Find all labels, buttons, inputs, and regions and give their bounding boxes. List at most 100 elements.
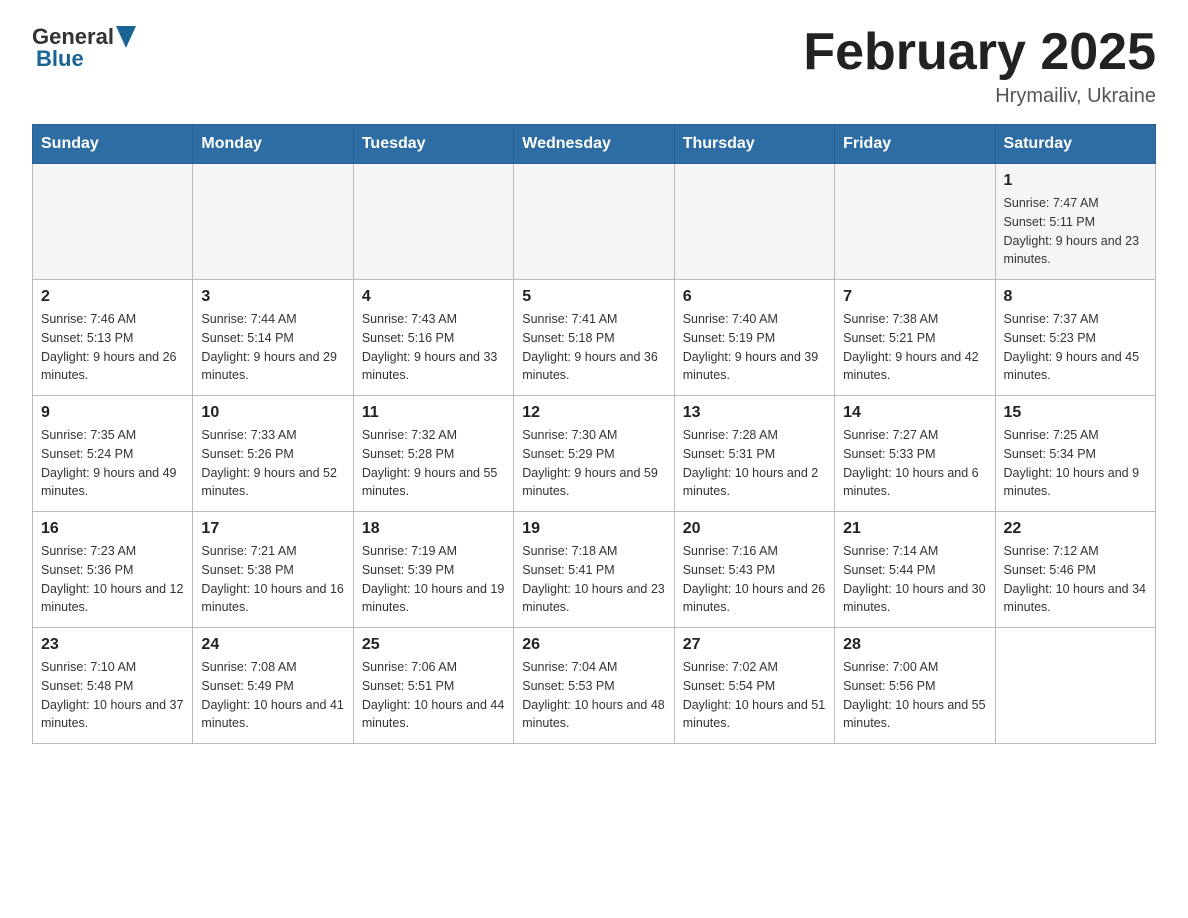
day-number: 2 xyxy=(41,288,184,306)
day-number: 15 xyxy=(1004,404,1147,422)
calendar-day: 7Sunrise: 7:38 AM Sunset: 5:21 PM Daylig… xyxy=(835,280,995,396)
day-info: Sunrise: 7:06 AM Sunset: 5:51 PM Dayligh… xyxy=(362,658,505,733)
calendar-day: 8 Sunrise: 7:37 AM Sunset: 5:23 PM Daylig… xyxy=(995,280,1155,396)
calendar-day: 19 Sunrise: 7:18 AM Sunset: 5:41 PM Dayli… xyxy=(514,512,674,628)
day-number: 6 xyxy=(683,288,826,306)
header-thursday: Thursday xyxy=(674,125,834,164)
header-sunday: Sunday xyxy=(33,125,193,164)
day-number: 9 xyxy=(41,404,184,422)
header-monday: Monday xyxy=(193,125,353,164)
calendar-day: 12 Sunrise: 7:30 AM Sunset: 5:29 PM Dayli… xyxy=(514,396,674,512)
calendar-day: 18 Sunrise: 7:19 AM Sunset: 5:39 PM Dayli… xyxy=(353,512,513,628)
calendar-day: 11 Sunrise: 7:32 AM Sunset: 5:28 PM Dayli… xyxy=(353,396,513,512)
calendar-day: 9 Sunrise: 7:35 AM Sunset: 5:24 PM Daylig… xyxy=(33,396,193,512)
day-info: Sunrise: 7:28 AM Sunset: 5:31 PM Dayligh… xyxy=(683,426,826,501)
day-info: Sunrise: 7:35 AM Sunset: 5:24 PM Dayligh… xyxy=(41,426,184,501)
title-block: February 2025 Hrymailiv, Ukraine xyxy=(803,24,1156,108)
header-saturday: Saturday xyxy=(995,125,1155,164)
day-info: Sunrise: 7:18 AM Sunset: 5:41 PM Dayligh… xyxy=(522,542,665,617)
calendar-day xyxy=(193,164,353,280)
calendar-day: 27Sunrise: 7:02 AM Sunset: 5:54 PM Dayli… xyxy=(674,628,834,744)
calendar-day: 17 Sunrise: 7:21 AM Sunset: 5:38 PM Dayli… xyxy=(193,512,353,628)
day-info: Sunrise: 7:00 AM Sunset: 5:56 PM Dayligh… xyxy=(843,658,986,733)
calendar-day xyxy=(353,164,513,280)
calendar-day: 13 Sunrise: 7:28 AM Sunset: 5:31 PM Dayli… xyxy=(674,396,834,512)
day-number: 24 xyxy=(201,636,344,654)
day-info: Sunrise: 7:32 AM Sunset: 5:28 PM Dayligh… xyxy=(362,426,505,501)
calendar-day xyxy=(674,164,834,280)
calendar-day: 15 Sunrise: 7:25 AM Sunset: 5:34 PM Dayli… xyxy=(995,396,1155,512)
calendar-week-row: 16 Sunrise: 7:23 AM Sunset: 5:36 PM Dayli… xyxy=(33,512,1156,628)
calendar-day: 10Sunrise: 7:33 AM Sunset: 5:26 PM Dayli… xyxy=(193,396,353,512)
day-info: Sunrise: 7:23 AM Sunset: 5:36 PM Dayligh… xyxy=(41,542,184,617)
calendar-week-row: 9 Sunrise: 7:35 AM Sunset: 5:24 PM Daylig… xyxy=(33,396,1156,512)
calendar-day: 3Sunrise: 7:44 AM Sunset: 5:14 PM Daylig… xyxy=(193,280,353,396)
calendar-day: 20 Sunrise: 7:16 AM Sunset: 5:43 PM Dayli… xyxy=(674,512,834,628)
calendar-day: 26Sunrise: 7:04 AM Sunset: 5:53 PM Dayli… xyxy=(514,628,674,744)
day-info: Sunrise: 7:46 AM Sunset: 5:13 PM Dayligh… xyxy=(41,310,184,385)
logo: General Blue xyxy=(32,24,136,72)
month-title: February 2025 xyxy=(803,24,1156,81)
calendar-week-row: 1 Sunrise: 7:47 AM Sunset: 5:11 PM Daylig… xyxy=(33,164,1156,280)
calendar-day: 28 Sunrise: 7:00 AM Sunset: 5:56 PM Dayli… xyxy=(835,628,995,744)
day-info: Sunrise: 7:37 AM Sunset: 5:23 PM Dayligh… xyxy=(1004,310,1147,385)
logo-blue-text: Blue xyxy=(36,46,84,72)
calendar-day: 14Sunrise: 7:27 AM Sunset: 5:33 PM Dayli… xyxy=(835,396,995,512)
day-info: Sunrise: 7:30 AM Sunset: 5:29 PM Dayligh… xyxy=(522,426,665,501)
header-tuesday: Tuesday xyxy=(353,125,513,164)
day-number: 1 xyxy=(1004,172,1147,190)
day-info: Sunrise: 7:08 AM Sunset: 5:49 PM Dayligh… xyxy=(201,658,344,733)
day-number: 25 xyxy=(362,636,505,654)
day-info: Sunrise: 7:21 AM Sunset: 5:38 PM Dayligh… xyxy=(201,542,344,617)
day-info: Sunrise: 7:12 AM Sunset: 5:46 PM Dayligh… xyxy=(1004,542,1147,617)
day-info: Sunrise: 7:40 AM Sunset: 5:19 PM Dayligh… xyxy=(683,310,826,385)
calendar-day: 2 Sunrise: 7:46 AM Sunset: 5:13 PM Daylig… xyxy=(33,280,193,396)
calendar-day: 4 Sunrise: 7:43 AM Sunset: 5:16 PM Daylig… xyxy=(353,280,513,396)
calendar-day: 25 Sunrise: 7:06 AM Sunset: 5:51 PM Dayli… xyxy=(353,628,513,744)
calendar-day: 5 Sunrise: 7:41 AM Sunset: 5:18 PM Daylig… xyxy=(514,280,674,396)
calendar-week-row: 2 Sunrise: 7:46 AM Sunset: 5:13 PM Daylig… xyxy=(33,280,1156,396)
day-number: 22 xyxy=(1004,520,1147,538)
day-info: Sunrise: 7:47 AM Sunset: 5:11 PM Dayligh… xyxy=(1004,194,1147,269)
calendar-week-row: 23Sunrise: 7:10 AM Sunset: 5:48 PM Dayli… xyxy=(33,628,1156,744)
header-wednesday: Wednesday xyxy=(514,125,674,164)
day-info: Sunrise: 7:14 AM Sunset: 5:44 PM Dayligh… xyxy=(843,542,986,617)
day-number: 16 xyxy=(41,520,184,538)
day-number: 14 xyxy=(843,404,986,422)
day-number: 5 xyxy=(522,288,665,306)
day-number: 13 xyxy=(683,404,826,422)
calendar-table: Sunday Monday Tuesday Wednesday Thursday… xyxy=(32,124,1156,744)
calendar-day: 22 Sunrise: 7:12 AM Sunset: 5:46 PM Dayli… xyxy=(995,512,1155,628)
day-number: 18 xyxy=(362,520,505,538)
day-info: Sunrise: 7:25 AM Sunset: 5:34 PM Dayligh… xyxy=(1004,426,1147,501)
calendar-day: 16 Sunrise: 7:23 AM Sunset: 5:36 PM Dayli… xyxy=(33,512,193,628)
day-number: 8 xyxy=(1004,288,1147,306)
day-info: Sunrise: 7:19 AM Sunset: 5:39 PM Dayligh… xyxy=(362,542,505,617)
day-info: Sunrise: 7:04 AM Sunset: 5:53 PM Dayligh… xyxy=(522,658,665,733)
day-number: 10 xyxy=(201,404,344,422)
calendar-day xyxy=(514,164,674,280)
page-header: General Blue February 2025 Hrymailiv, Uk… xyxy=(32,24,1156,108)
day-number: 7 xyxy=(843,288,986,306)
day-number: 3 xyxy=(201,288,344,306)
calendar-day: 24 Sunrise: 7:08 AM Sunset: 5:49 PM Dayli… xyxy=(193,628,353,744)
day-headers-row: Sunday Monday Tuesday Wednesday Thursday… xyxy=(33,125,1156,164)
day-info: Sunrise: 7:41 AM Sunset: 5:18 PM Dayligh… xyxy=(522,310,665,385)
day-info: Sunrise: 7:16 AM Sunset: 5:43 PM Dayligh… xyxy=(683,542,826,617)
day-number: 4 xyxy=(362,288,505,306)
day-number: 21 xyxy=(843,520,986,538)
calendar-day: 23Sunrise: 7:10 AM Sunset: 5:48 PM Dayli… xyxy=(33,628,193,744)
day-number: 17 xyxy=(201,520,344,538)
day-number: 19 xyxy=(522,520,665,538)
day-number: 11 xyxy=(362,404,505,422)
calendar-day: 1 Sunrise: 7:47 AM Sunset: 5:11 PM Daylig… xyxy=(995,164,1155,280)
day-number: 20 xyxy=(683,520,826,538)
calendar-day: 6 Sunrise: 7:40 AM Sunset: 5:19 PM Daylig… xyxy=(674,280,834,396)
day-number: 12 xyxy=(522,404,665,422)
day-number: 23 xyxy=(41,636,184,654)
day-number: 28 xyxy=(843,636,986,654)
calendar-day xyxy=(995,628,1155,744)
header-friday: Friday xyxy=(835,125,995,164)
calendar-day xyxy=(835,164,995,280)
day-info: Sunrise: 7:43 AM Sunset: 5:16 PM Dayligh… xyxy=(362,310,505,385)
